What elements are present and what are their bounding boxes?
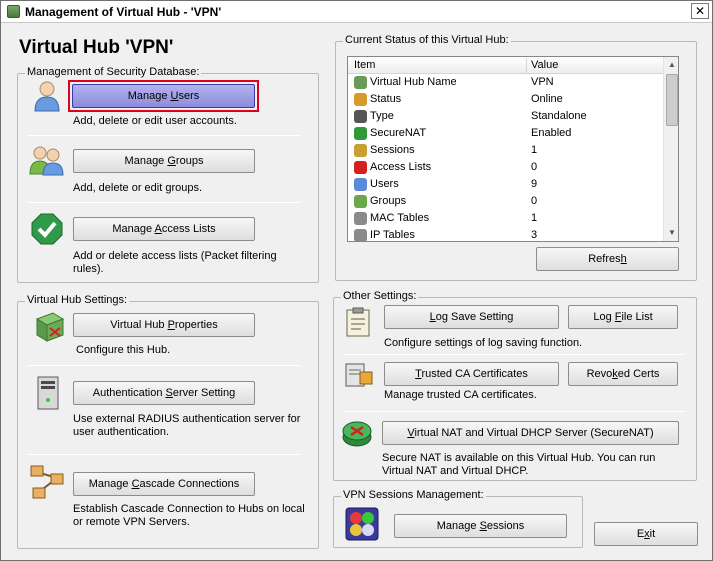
log-clipboard-icon	[346, 307, 370, 337]
status-row[interactable]: SecureNAT Enabled	[348, 125, 663, 142]
trusted-ca-description: Manage trusted CA certificates.	[384, 389, 537, 401]
sessions-icon	[345, 507, 379, 541]
status-item: Sessions	[370, 144, 415, 156]
vpn-sessions-legend: VPN Sessions Management:	[341, 489, 486, 501]
status-value: 3	[531, 229, 538, 241]
status-icon	[354, 93, 367, 106]
manage-cascade-connections-button[interactable]: Manage Cascade Connections	[73, 472, 255, 496]
status-item: MAC Tables	[370, 212, 430, 224]
current-status-legend: Current Status of this Virtual Hub:	[343, 34, 511, 46]
status-item: Type	[370, 110, 394, 122]
security-database-legend: Management of Security Database:	[25, 66, 202, 78]
status-row[interactable]: Virtual Hub Name VPN	[348, 74, 663, 91]
divider	[27, 454, 301, 455]
log-save-setting-button[interactable]: Log Save Setting	[384, 305, 559, 329]
status-item: IP Tables	[370, 229, 415, 241]
hub-properties-button[interactable]: Virtual Hub Properties	[73, 313, 255, 337]
other-settings-legend: Other Settings:	[341, 290, 419, 302]
checkmark-shield-icon	[31, 213, 63, 245]
hub-settings-legend: Virtual Hub Settings:	[25, 294, 130, 306]
hub-properties-description: Configure this Hub.	[76, 344, 171, 356]
group-icon	[29, 146, 64, 176]
status-value: 0	[531, 161, 538, 173]
log-file-list-button[interactable]: Log File List	[568, 305, 678, 329]
revoked-certs-button[interactable]: Revoked Certs	[568, 362, 678, 386]
divider	[343, 411, 685, 412]
app-icon	[7, 5, 20, 18]
title-bar[interactable]: Management of Virtual Hub - 'VPN' ✕	[1, 1, 712, 23]
status-item: Status	[370, 93, 402, 105]
status-value: 9	[531, 178, 538, 190]
manage-sessions-button[interactable]: Manage Sessions	[394, 514, 567, 538]
authentication-server-setting-button[interactable]: Authentication Server Setting	[73, 381, 255, 405]
securenat-description: Secure NAT is available on this Virtual …	[382, 452, 656, 477]
status-item: Groups	[370, 195, 407, 207]
status-item: Virtual Hub Name	[370, 76, 457, 88]
authentication-server-description: Use external RADIUS authentication serve…	[73, 413, 301, 438]
manage-users-description: Add, delete or edit user accounts.	[73, 115, 237, 127]
server-icon	[37, 376, 59, 410]
status-row[interactable]: Type Standalone	[348, 108, 663, 125]
cascade-connections-description: Establish Cascade Connection to Hubs on …	[73, 503, 305, 528]
securenat-router-icon	[342, 421, 372, 447]
status-value: Online	[531, 93, 563, 105]
status-row[interactable]: MAC Tables 1	[348, 210, 663, 227]
close-button[interactable]: ✕	[691, 3, 709, 19]
gear-icon	[354, 229, 367, 241]
column-header-item[interactable]: Item	[354, 59, 375, 71]
log-settings-description: Configure settings of log saving functio…	[384, 337, 583, 349]
manage-access-lists-description: Add or delete access lists (Packet filte…	[73, 250, 277, 275]
status-table-header: Item Value	[348, 57, 663, 74]
status-item: Users	[370, 178, 399, 190]
column-header-value[interactable]: Value	[531, 59, 558, 71]
status-item: Access Lists	[370, 161, 432, 173]
status-row[interactable]: Users 9	[348, 176, 663, 193]
gear-icon	[354, 212, 367, 225]
hub-properties-icon	[35, 312, 65, 342]
status-value: Standalone	[531, 110, 587, 122]
status-value: VPN	[531, 76, 554, 88]
manage-users-button[interactable]: Manage Users	[72, 84, 255, 108]
status-row[interactable]: IP Tables 3	[348, 227, 663, 241]
server-icon	[354, 110, 367, 123]
cascade-network-icon	[30, 465, 64, 499]
user-icon	[354, 178, 367, 191]
status-row[interactable]: Access Lists 0	[348, 159, 663, 176]
session-icon	[354, 144, 367, 157]
status-value: Enabled	[531, 127, 572, 139]
divider	[27, 365, 301, 366]
group-icon	[354, 195, 367, 208]
window-title: Management of Virtual Hub - 'VPN'	[25, 5, 222, 19]
refresh-button[interactable]: Refresh	[536, 247, 679, 271]
divider	[27, 135, 301, 136]
certificate-icon	[345, 363, 373, 387]
scroll-down-arrow-icon[interactable]: ▼	[665, 225, 678, 241]
divider	[343, 354, 685, 355]
securenat-icon	[354, 127, 367, 140]
page-title: Virtual Hub 'VPN'	[19, 37, 174, 58]
status-value: 0	[531, 195, 538, 207]
divider	[27, 202, 301, 203]
exit-button[interactable]: Exit	[594, 522, 698, 546]
virtual-hub-management-window: Management of Virtual Hub - 'VPN' ✕ Virt…	[0, 0, 713, 561]
status-table-scrollbar[interactable]: ▲ ▼	[663, 57, 678, 241]
status-row[interactable]: Groups 0	[348, 193, 663, 210]
manage-groups-button[interactable]: Manage Groups	[73, 149, 255, 173]
scroll-up-arrow-icon[interactable]: ▲	[665, 57, 678, 73]
status-row[interactable]: Status Online	[348, 91, 663, 108]
status-value: 1	[531, 144, 538, 156]
status-row[interactable]: Sessions 1	[348, 142, 663, 159]
status-item: SecureNAT	[370, 127, 427, 139]
no-entry-icon	[354, 161, 367, 174]
manage-groups-description: Add, delete or edit groups.	[73, 182, 203, 194]
hub-icon	[354, 76, 367, 89]
column-separator[interactable]	[526, 58, 527, 73]
user-icon	[34, 81, 60, 112]
trusted-ca-certificates-button[interactable]: Trusted CA Certificates	[384, 362, 559, 386]
scroll-thumb[interactable]	[666, 74, 678, 126]
securenat-button[interactable]: Virtual NAT and Virtual DHCP Server (Sec…	[382, 421, 679, 445]
status-table[interactable]: Item Value Virtual Hub Name VPN Status Onli…	[347, 56, 679, 242]
status-value: 1	[531, 212, 538, 224]
manage-access-lists-button[interactable]: Manage Access Lists	[73, 217, 255, 241]
